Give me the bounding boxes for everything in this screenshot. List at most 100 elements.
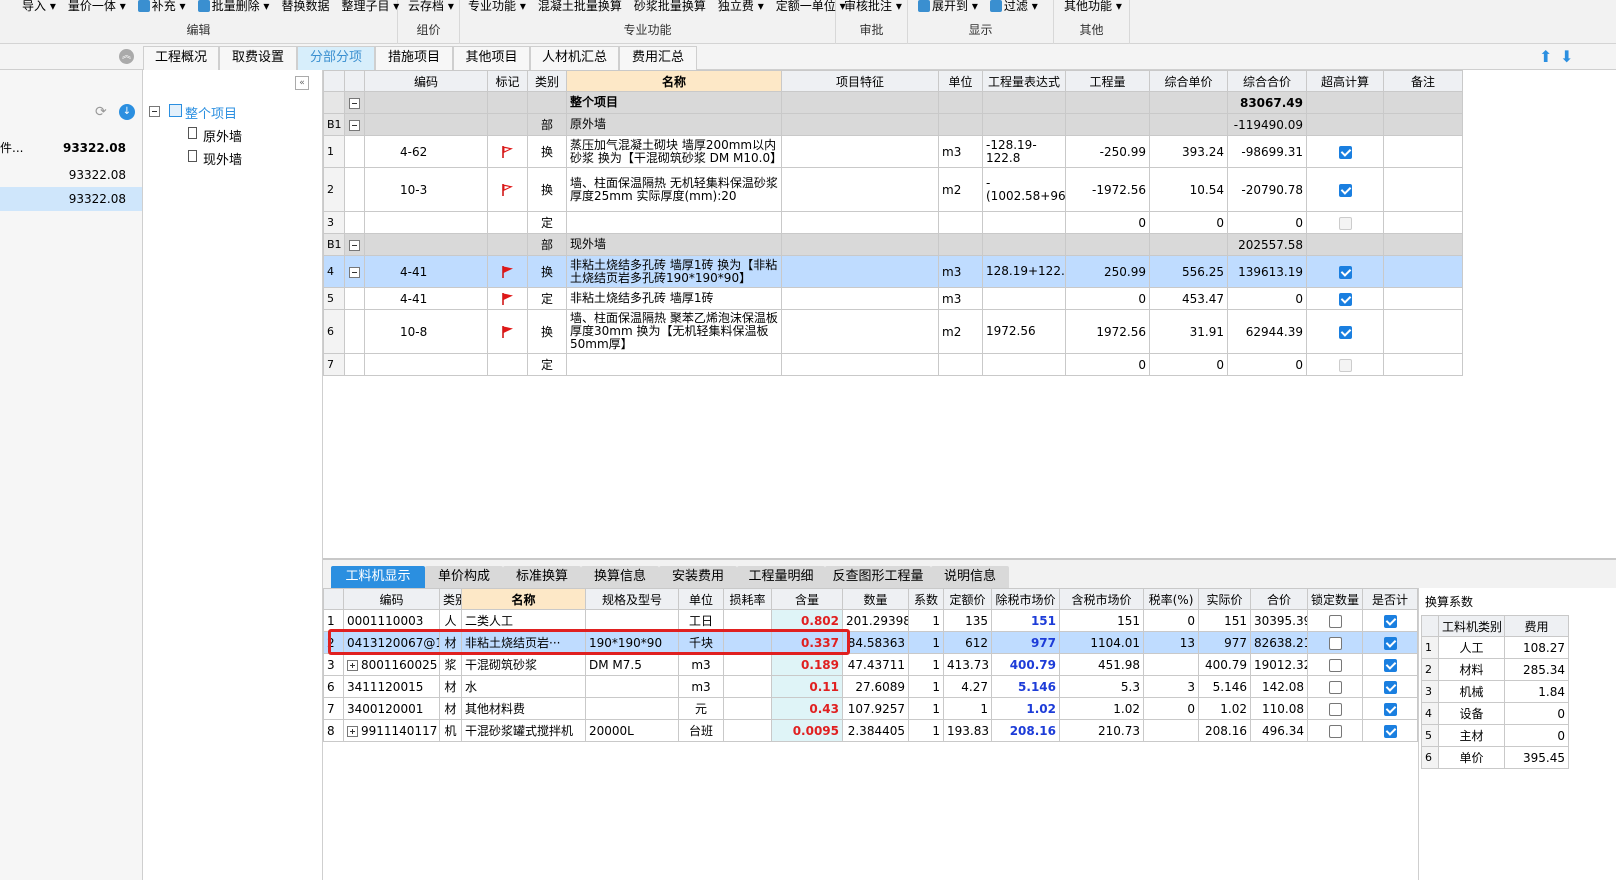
row-expression[interactable] <box>982 233 1066 256</box>
checkbox[interactable] <box>1328 724 1342 738</box>
mortar-batch-button[interactable]: 砂浆批量换算 <box>628 0 712 13</box>
row-total[interactable]: -119490.09 <box>1227 113 1307 136</box>
row-unit-price[interactable]: 0 <box>1149 353 1228 376</box>
row-idx[interactable]: 7 <box>323 697 344 720</box>
row-index[interactable]: 2 <box>323 167 345 212</box>
row-idx[interactable]: 6 <box>323 675 344 698</box>
row-total[interactable]: 82638.21 <box>1250 631 1308 654</box>
col-header-lock-qty[interactable]: 锁定数量 <box>1307 588 1363 610</box>
independent-fee-button[interactable]: 独立费 ▾ <box>712 0 770 13</box>
row-lock[interactable] <box>1307 675 1363 698</box>
collapse-icon[interactable] <box>349 119 360 131</box>
row-content[interactable]: 0.11 <box>771 675 843 698</box>
row-expression[interactable] <box>982 211 1066 234</box>
row-feature[interactable] <box>781 287 939 310</box>
checkbox[interactable] <box>1338 358 1352 372</box>
row-fee[interactable]: 0 <box>1504 702 1569 725</box>
row-unit[interactable]: m3 <box>678 653 724 676</box>
row-loss[interactable] <box>723 675 772 698</box>
import-button[interactable]: 导入 ▾ <box>16 0 62 13</box>
tab-reverse-graphic-qty[interactable]: 反查图形工程量 <box>825 566 931 588</box>
checkbox[interactable] <box>1338 325 1352 339</box>
row-loss[interactable] <box>723 719 772 742</box>
row-code[interactable] <box>364 233 488 256</box>
row-remark[interactable] <box>1383 233 1463 256</box>
row-feature[interactable] <box>781 113 939 136</box>
left-row[interactable]: 93322.08 <box>0 187 142 211</box>
row-height-calc[interactable] <box>1306 255 1384 288</box>
row-unit-price[interactable]: 556.25 <box>1149 255 1228 288</box>
table-row[interactable]: 整个项目 83067.49 <box>323 91 1463 114</box>
row-index[interactable]: 4 <box>323 255 345 288</box>
row-cat[interactable]: 机 <box>439 719 462 742</box>
filter-button[interactable]: 过滤 ▾ <box>984 0 1044 13</box>
collapse-panel-icon[interactable]: « <box>295 76 309 90</box>
row-unit[interactable]: 台班 <box>678 719 724 742</box>
tree-item-yuanwaiqiang[interactable]: 原外墙 <box>203 126 242 145</box>
tab-standard-conversion[interactable]: 标准换算 <box>503 566 581 588</box>
row-lock[interactable] <box>1307 719 1363 742</box>
col-header-qty[interactable]: 工程量 <box>1065 70 1150 92</box>
row-total[interactable]: 142.08 <box>1250 675 1308 698</box>
row-height-calc[interactable] <box>1306 113 1384 136</box>
row-unit[interactable] <box>938 211 983 234</box>
col-header-feature[interactable]: 项目特征 <box>781 70 939 92</box>
checkbox[interactable] <box>1328 614 1342 628</box>
col-header-spec[interactable]: 规格及型号 <box>585 588 679 610</box>
row-ex[interactable]: 151 <box>991 609 1060 632</box>
row-coef[interactable]: 1 <box>908 631 944 654</box>
row-toggle[interactable] <box>344 167 365 212</box>
row-name[interactable]: 其他材料费 <box>461 697 586 720</box>
supplement-button[interactable]: 补充 ▾ <box>132 0 192 13</box>
row-amount[interactable]: 2.384405 <box>842 719 909 742</box>
row-name[interactable]: 原外墙 <box>566 113 782 136</box>
col-header-unit-price[interactable]: 综合单价 <box>1149 70 1228 92</box>
row-expression[interactable]: -(1002.58+969.98) <box>982 167 1066 212</box>
table-row[interactable]: 8 9911140117 机干混砂浆罐式搅拌机 20000L 台班 0.0095 2.384… <box>323 719 1418 742</box>
col-header-inc-tax-price[interactable]: 含税市场价 <box>1059 588 1144 610</box>
row-quota[interactable]: 1 <box>943 697 992 720</box>
table-row[interactable]: 5 4-41 定 非粘土烧结多孔砖 墙厚1砖 m3 0 453.47 0 <box>323 287 1463 310</box>
row-name[interactable]: 干混砂浆罐式搅拌机 <box>461 719 586 742</box>
row-toggle[interactable] <box>344 353 365 376</box>
row-inc[interactable]: 151 <box>1059 609 1144 632</box>
row-quota[interactable]: 193.83 <box>943 719 992 742</box>
row-unit[interactable] <box>938 113 983 136</box>
row-unit-price[interactable]: 453.47 <box>1149 287 1228 310</box>
row-code[interactable] <box>364 353 488 376</box>
row-total[interactable]: 62944.39 <box>1227 309 1307 354</box>
row-idx[interactable]: 2 <box>1421 658 1439 681</box>
row-cat[interactable]: 机械 <box>1438 680 1505 703</box>
row-toggle[interactable] <box>344 233 365 256</box>
row-index[interactable]: 3 <box>323 211 345 234</box>
checkbox[interactable] <box>1328 658 1342 672</box>
row-quantity[interactable]: -1972.56 <box>1065 167 1150 212</box>
row-mark[interactable] <box>487 309 528 354</box>
row-ex[interactable]: 400.79 <box>991 653 1060 676</box>
row-height-calc[interactable] <box>1306 233 1384 256</box>
row-lock[interactable] <box>1307 609 1363 632</box>
tree-item-xianwaiqiang[interactable]: 现外墙 <box>203 149 242 168</box>
row-inc[interactable]: 1.02 <box>1059 697 1144 720</box>
expand-to-button[interactable]: 展开到 ▾ <box>912 0 984 13</box>
checkbox[interactable] <box>1338 183 1352 197</box>
concrete-batch-button[interactable]: 混凝土批量换算 <box>532 0 628 13</box>
tab-sub-items[interactable]: 分部分项 <box>297 46 375 70</box>
row-height-calc[interactable] <box>1306 167 1384 212</box>
row-expression[interactable] <box>982 353 1066 376</box>
row-coef[interactable]: 1 <box>908 697 944 720</box>
row-type[interactable]: 定 <box>527 211 567 234</box>
row-expression[interactable] <box>982 287 1066 310</box>
row-feature[interactable] <box>781 91 939 114</box>
row-loss[interactable] <box>723 653 772 676</box>
row-unit[interactable]: m3 <box>938 287 983 310</box>
row-name[interactable]: 干混砌筑砂浆 <box>461 653 586 676</box>
col-header-code[interactable]: 编码 <box>343 588 440 610</box>
row-type[interactable]: 部 <box>527 233 567 256</box>
row-unit[interactable]: m3 <box>938 135 983 168</box>
row-type[interactable]: 部 <box>527 113 567 136</box>
row-coef[interactable]: 1 <box>908 719 944 742</box>
row-amount[interactable]: 107.9257 <box>842 697 909 720</box>
row-name[interactable] <box>566 353 782 376</box>
table-row[interactable]: 1 人工 108.27 <box>1421 636 1569 659</box>
